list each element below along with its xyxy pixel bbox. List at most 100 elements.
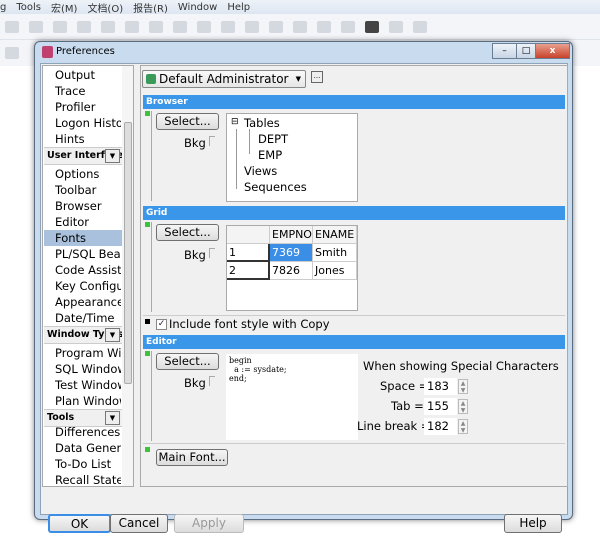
menu-macro[interactable]: 宏(M) bbox=[51, 0, 77, 15]
divider bbox=[151, 351, 152, 441]
toolbar-icon[interactable] bbox=[173, 21, 187, 33]
grid-section-header: Grid bbox=[143, 206, 565, 220]
nav-item-test-window[interactable]: Test Window bbox=[55, 377, 121, 393]
grid-row-number: 1 bbox=[227, 244, 270, 262]
toolbar-icon[interactable] bbox=[413, 21, 427, 33]
browser-select-button[interactable]: Select... bbox=[156, 113, 219, 130]
editor-select-button[interactable]: Select... bbox=[156, 353, 219, 370]
title-bar[interactable]: Preferences – □ x bbox=[35, 42, 572, 63]
toolbar-icon[interactable] bbox=[365, 21, 379, 33]
editor-bkg-checkbox[interactable] bbox=[209, 376, 215, 386]
menu-document[interactable]: 文档(O) bbox=[87, 0, 123, 15]
nav-item-appearance[interactable]: Appearance bbox=[55, 294, 121, 310]
main-font-button[interactable]: Main Font... bbox=[156, 449, 228, 466]
linebreak-label: Line break = bbox=[357, 419, 431, 433]
toolbar-icon[interactable] bbox=[341, 21, 355, 33]
nav-item-fonts[interactable]: Fonts bbox=[44, 230, 122, 246]
linebreak-stepper[interactable]: ▲ ▼ bbox=[458, 419, 468, 434]
toolbar-icon[interactable] bbox=[269, 21, 283, 33]
nav-item-code-assistant[interactable]: Code Assistant bbox=[55, 262, 121, 278]
profile-select[interactable]: Default Administrator ▼ bbox=[142, 70, 306, 88]
toolbar-icon[interactable] bbox=[5, 47, 19, 59]
nav-item-browser[interactable]: Browser bbox=[55, 198, 121, 214]
nav-item-differences[interactable]: Differences bbox=[55, 424, 121, 440]
maximize-button[interactable]: □ bbox=[516, 43, 536, 59]
grid-corner bbox=[227, 226, 270, 244]
linebreak-input[interactable]: 182 bbox=[424, 418, 457, 435]
editor-preview: begin a := sysdate; end; bbox=[226, 354, 358, 440]
nav-item-sql-window[interactable]: SQL Window bbox=[55, 361, 121, 377]
nav-item-todo-list[interactable]: To-Do List bbox=[55, 456, 121, 472]
nav-item-output[interactable]: Output bbox=[55, 67, 121, 83]
group-label: Tools bbox=[47, 412, 75, 423]
nav-item-data-generator[interactable]: Data Generator bbox=[55, 440, 121, 456]
copy-icon[interactable] bbox=[53, 21, 67, 33]
menu-window[interactable]: Window bbox=[178, 2, 217, 13]
preferences-dialog: Preferences – □ x Output Trace Profiler … bbox=[34, 41, 573, 533]
include-font-style-checkbox[interactable]: ✓ bbox=[156, 319, 167, 330]
help-button[interactable]: Help bbox=[504, 514, 562, 533]
profile-value: Default Administrator bbox=[159, 72, 289, 86]
grid-cell: Smith bbox=[313, 244, 357, 262]
replace-icon[interactable] bbox=[125, 21, 139, 33]
ok-button[interactable]: OK bbox=[48, 514, 111, 533]
toolbar-icon[interactable] bbox=[221, 21, 235, 33]
menu-report[interactable]: 报告(R) bbox=[133, 0, 168, 15]
grid-select-button[interactable]: Select... bbox=[156, 224, 219, 241]
toolbar-icon[interactable] bbox=[389, 21, 403, 33]
chevron-down-icon: ▼ bbox=[295, 75, 301, 83]
space-stepper[interactable]: ▲ ▼ bbox=[458, 379, 468, 394]
more-button[interactable]: ... bbox=[311, 71, 323, 83]
group-window-types[interactable]: Window Types ▼ bbox=[44, 326, 123, 344]
editor-section-header: Editor bbox=[143, 335, 565, 349]
cut-icon[interactable] bbox=[29, 21, 43, 33]
nav-item-plan-window[interactable]: Plan Window bbox=[55, 393, 121, 409]
minimize-button[interactable]: – bbox=[492, 43, 517, 59]
toolbar-icon[interactable] bbox=[149, 21, 163, 33]
cancel-button[interactable]: Cancel bbox=[110, 514, 168, 533]
grid-header-ename: ENAME bbox=[313, 226, 357, 244]
toolbar-icon[interactable] bbox=[5, 21, 19, 33]
toolbar-icon[interactable] bbox=[245, 21, 259, 33]
browser-bkg-checkbox[interactable] bbox=[209, 136, 215, 146]
apply-button[interactable]: Apply bbox=[174, 514, 244, 533]
nav-item-logon-history[interactable]: Logon History bbox=[55, 115, 121, 131]
menu-tools[interactable]: Tools bbox=[16, 2, 41, 13]
grid-cell-selected: 7369 bbox=[270, 244, 313, 262]
grid-cell: Jones bbox=[313, 262, 357, 280]
space-input[interactable]: 183 bbox=[424, 378, 457, 395]
close-button[interactable]: x bbox=[535, 43, 570, 59]
nav-item-toolbar[interactable]: Toolbar bbox=[55, 182, 121, 198]
nav-item-hints[interactable]: Hints bbox=[55, 131, 121, 147]
chevron-down-icon[interactable]: ▼ bbox=[105, 149, 120, 163]
menu-help[interactable]: Help bbox=[227, 2, 250, 13]
nav-item-editor[interactable]: Editor bbox=[55, 214, 121, 230]
nav-item-date-time[interactable]: Date/Time bbox=[55, 310, 121, 326]
group-user-interface[interactable]: User Interface ▼ bbox=[44, 147, 123, 165]
nav-item-key-configuration[interactable]: Key Configuration bbox=[55, 278, 121, 294]
tab-stepper[interactable]: ▲ ▼ bbox=[458, 399, 468, 414]
special-characters-title: When showing Special Characters bbox=[363, 359, 559, 373]
toolbar-icon[interactable] bbox=[197, 21, 211, 33]
status-indicator bbox=[145, 111, 150, 116]
tree-node-dept: DEPT bbox=[258, 132, 289, 146]
grid-preview: EMPNO ENAME 1 7369 Smith 2 7826 Jones bbox=[226, 225, 358, 311]
paste-icon[interactable] bbox=[77, 21, 91, 33]
toolbar-icon[interactable] bbox=[293, 21, 307, 33]
nav-item-options[interactable]: Options bbox=[55, 166, 121, 182]
nav-item-profiler[interactable]: Profiler bbox=[55, 99, 121, 115]
chevron-down-icon[interactable]: ▼ bbox=[105, 328, 120, 342]
app-icon bbox=[42, 46, 53, 58]
find-icon[interactable] bbox=[101, 21, 115, 33]
toolbar-icon[interactable] bbox=[317, 21, 331, 33]
grid-bkg-label: Bkg bbox=[184, 248, 206, 262]
chevron-down-icon[interactable]: ▼ bbox=[105, 411, 120, 425]
menu-item[interactable]: g bbox=[0, 2, 6, 13]
grid-bkg-checkbox[interactable] bbox=[209, 248, 215, 258]
tab-input[interactable]: 155 bbox=[424, 398, 457, 415]
scrollbar-thumb[interactable] bbox=[124, 122, 132, 384]
nav-item-recall-statement[interactable]: Recall Statement bbox=[55, 472, 121, 486]
nav-item-trace[interactable]: Trace bbox=[55, 83, 121, 99]
nav-item-plsql-beautifier[interactable]: PL/SQL Beautifier bbox=[55, 246, 121, 262]
nav-item-program-window[interactable]: Program Window bbox=[55, 345, 121, 361]
